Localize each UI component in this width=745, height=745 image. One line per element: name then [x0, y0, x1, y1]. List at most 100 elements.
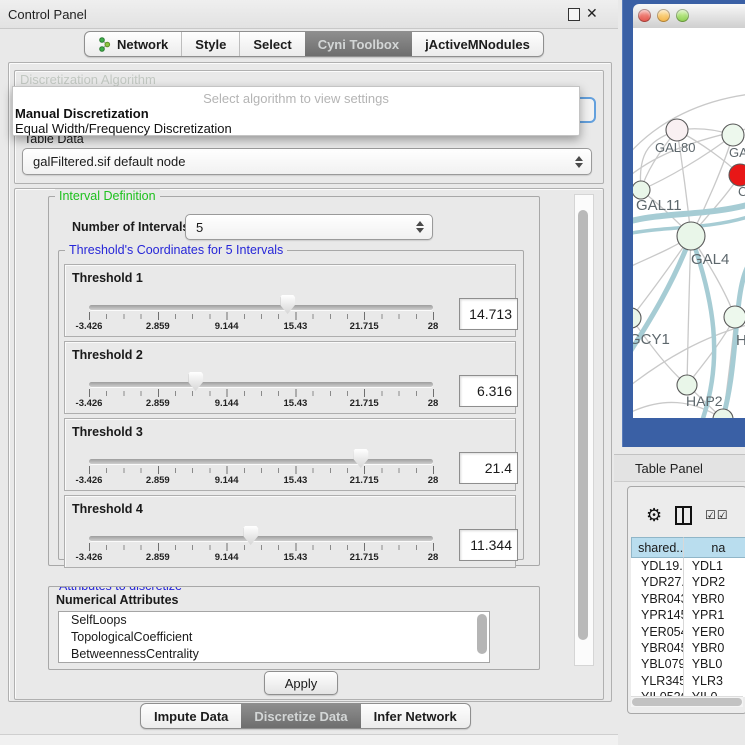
checkbox-icons[interactable]: ☑☑ — [705, 508, 729, 522]
column-header-shared-name[interactable]: shared... — [631, 537, 684, 558]
threshold-label: Threshold 2 — [72, 348, 143, 362]
tab-label: Impute Data — [154, 709, 228, 724]
slider-track[interactable] — [89, 536, 433, 541]
tick-label: 28 — [428, 475, 439, 486]
attributes-box-title: Attributes to discretize — [55, 586, 186, 593]
tab-label: Cyni Toolbox — [318, 37, 399, 52]
tick-label: 28 — [428, 398, 439, 409]
node-label: GAL11 — [636, 197, 682, 214]
network-window-titlebar[interactable] — [633, 4, 745, 29]
threshold-slider[interactable]: -3.4262.8599.14415.4321.71528 — [89, 530, 433, 566]
algorithm-section-title: Discretization Algorithm — [20, 72, 156, 87]
control-panel-title: Control Panel — [8, 7, 87, 22]
threshold-slider[interactable]: -3.4262.8599.14415.4321.71528 — [89, 299, 433, 335]
attribute-item[interactable]: SelfLoops — [59, 612, 489, 629]
tab-label: jActiveMNodules — [425, 37, 530, 52]
threshold-slider[interactable]: -3.4262.8599.14415.4321.71528 — [89, 376, 433, 412]
columns-icon[interactable] — [675, 506, 692, 525]
slider-major-ticks — [89, 389, 435, 397]
tick-label: 21.715 — [350, 552, 379, 563]
threshold-label: Threshold 1 — [72, 271, 143, 285]
tab-jactivemnodules[interactable]: jActiveMNodules — [412, 32, 543, 56]
node-table[interactable]: shared... na YDL19...YDL1YDR27...YDR2YBR… — [631, 537, 745, 697]
close-window-icon[interactable] — [638, 9, 651, 22]
tick-label: 9.144 — [215, 552, 239, 563]
tab-impute-data[interactable]: Impute Data — [141, 704, 241, 728]
tab-cyni-toolbox[interactable]: Cyni Toolbox — [305, 32, 412, 56]
threshold-value-field[interactable]: 21.4 — [459, 452, 518, 484]
table-row[interactable]: YDL19...YDL1 — [631, 558, 745, 574]
threshold-panel: Threshold 1 -3.4262.8599.14415.4321.71528… — [64, 264, 516, 337]
apply-button[interactable]: Apply — [264, 671, 338, 695]
table-row[interactable]: YBL079WYBL0 — [631, 656, 745, 672]
tick-label: 2.859 — [146, 398, 170, 409]
table-row[interactable]: YER054CYER0 — [631, 624, 745, 640]
slider-track[interactable] — [89, 459, 433, 464]
tab-style[interactable]: Style — [181, 32, 239, 56]
tab-label: Select — [253, 37, 291, 52]
tick-label: 9.144 — [215, 475, 239, 486]
table-row[interactable]: YBR043CYBR0 — [631, 591, 745, 607]
cell-name: YER0 — [684, 624, 745, 640]
numerical-attributes-list[interactable]: SelfLoopsTopologicalCoefficientBetweenne… — [58, 611, 490, 663]
table-panel-box: ⚙ ☑☑ shared... na YDL19...YDL1YDR27...YD… — [627, 486, 745, 714]
network-edge — [633, 236, 691, 318]
tab-label: Style — [195, 37, 226, 52]
cell-shared-name: YDR27... — [631, 574, 684, 590]
network-node[interactable] — [729, 164, 745, 186]
table-hscrollbar-track[interactable] — [631, 696, 743, 707]
tick-label: 15.43 — [284, 552, 308, 563]
slider-track[interactable] — [89, 382, 433, 387]
minimize-window-icon[interactable] — [657, 9, 670, 22]
number-of-intervals-value: 5 — [186, 220, 415, 235]
float-window-icon[interactable] — [568, 8, 580, 21]
network-node[interactable] — [677, 375, 697, 395]
network-window[interactable]: GAL80GALCGAL11GAL4GCY1HHAP2 — [622, 0, 745, 447]
network-node[interactable] — [666, 119, 688, 141]
attribute-item[interactable]: TopologicalCoefficient — [59, 629, 489, 646]
network-node[interactable] — [677, 222, 705, 250]
gear-icon[interactable]: ⚙ — [646, 506, 662, 524]
zoom-window-icon[interactable] — [676, 9, 689, 22]
threshold-value-field[interactable]: 11.344 — [459, 529, 518, 561]
column-header-name[interactable]: na — [684, 537, 745, 558]
tab-infer-network[interactable]: Infer Network — [361, 704, 470, 728]
attribute-item[interactable]: BetweennessCentrality — [59, 646, 489, 663]
table-row[interactable]: YBR045CYBR0 — [631, 640, 745, 656]
threshold-slider[interactable]: -3.4262.8599.14415.4321.71528 — [89, 453, 433, 489]
threshold-panel: Threshold 3 -3.4262.8599.14415.4321.71528… — [64, 418, 516, 491]
algorithm-option-equal-width[interactable]: Equal Width/Frequency Discretization — [13, 121, 579, 136]
tab-network[interactable]: Network — [85, 32, 181, 56]
cell-name: YBL0 — [684, 656, 745, 672]
network-node[interactable] — [724, 306, 745, 328]
threshold-value-field[interactable]: 14.713 — [459, 298, 518, 330]
network-graph[interactable]: GAL80GALCGAL11GAL4GCY1HHAP2 — [633, 28, 745, 418]
table-hscrollbar-thumb[interactable] — [632, 698, 742, 706]
close-icon[interactable]: ✕ — [586, 5, 598, 22]
list-scrollbar[interactable] — [477, 614, 487, 654]
algorithm-option-manual[interactable]: Manual Discretization — [13, 106, 579, 121]
slider-track[interactable] — [89, 305, 433, 310]
cell-shared-name: YBR045C — [631, 640, 684, 656]
threshold-label: Threshold 3 — [72, 425, 143, 439]
table-row[interactable]: YDR27...YDR2 — [631, 574, 745, 590]
tab-discretize-data[interactable]: Discretize Data — [241, 704, 360, 728]
cell-name: YBR0 — [684, 640, 745, 656]
network-node[interactable] — [713, 409, 733, 418]
bottom-strip — [0, 734, 618, 745]
network-node[interactable] — [722, 124, 744, 146]
table-row[interactable]: YLR345WYLR3 — [631, 673, 745, 689]
tab-select[interactable]: Select — [239, 32, 304, 56]
table-row[interactable]: YPR145WYPR1 — [631, 607, 745, 623]
number-of-intervals-combo[interactable]: 5 — [185, 214, 433, 240]
main-scrollbar-thumb[interactable] — [578, 210, 588, 640]
table-data-combo[interactable]: galFiltered.sif default node — [22, 148, 592, 175]
threshold-value-field[interactable]: 6.316 — [459, 375, 518, 407]
tick-label: -3.426 — [76, 475, 103, 486]
threshold-label: Threshold 4 — [72, 502, 143, 516]
tab-label: Network — [117, 37, 168, 52]
threshold-panel: Threshold 4-3.4262.8599.14415.4321.71528… — [64, 495, 516, 568]
app-root: Control Panel ✕ Network Style Select Cyni T… — [0, 0, 745, 745]
network-canvas[interactable]: GAL80GALCGAL11GAL4GCY1HHAP2 — [633, 28, 745, 418]
network-node[interactable] — [633, 308, 641, 328]
